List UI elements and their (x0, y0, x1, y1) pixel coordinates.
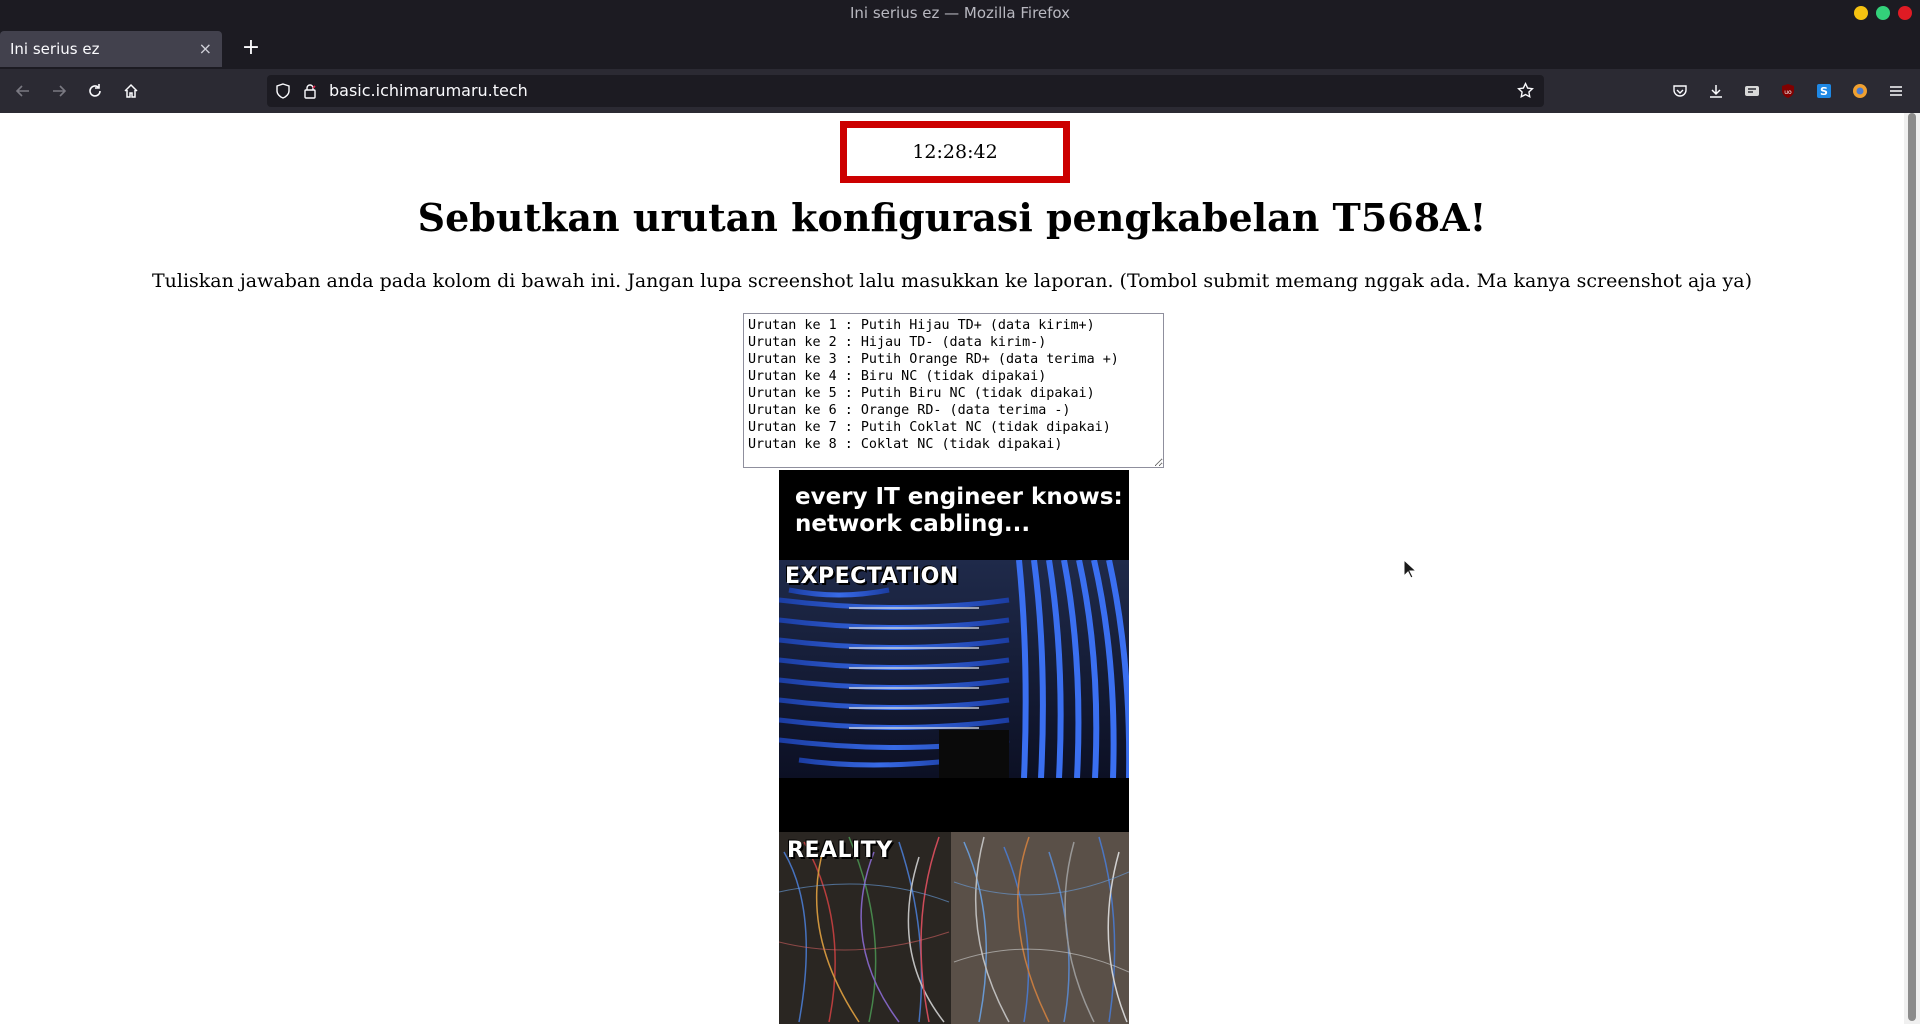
tab-strip: Ini serius ez × + (0, 27, 1920, 69)
scrollbar-thumb[interactable] (1908, 113, 1916, 1021)
back-icon[interactable] (8, 69, 38, 113)
svg-text:S: S (1820, 85, 1828, 98)
window-titlebar: Ini serius ez — Mozilla Firefox (0, 0, 1920, 27)
navigation-bar: basic.ichimarumaru.tech uo S (0, 69, 1920, 114)
meme-caption-line-2: network cabling... (795, 511, 1031, 537)
extension-cookie-icon[interactable] (1737, 69, 1767, 113)
clock-display: 12:28:42 (840, 121, 1070, 183)
page-content: 12:28:42 Sebutkan urutan konfigurasi pen… (0, 113, 1904, 1024)
tab-active[interactable]: Ini serius ez × (0, 31, 222, 67)
home-icon[interactable] (116, 69, 146, 113)
extension-avatar-icon[interactable] (1845, 69, 1875, 113)
maximize-button[interactable] (1876, 6, 1890, 20)
meme-caption-line-1: every IT engineer knows: (795, 484, 1123, 510)
reload-icon[interactable] (80, 69, 110, 113)
meme-label-expectation: EXPECTATION (785, 564, 959, 589)
minimize-button[interactable] (1854, 6, 1868, 20)
shield-icon[interactable] (275, 83, 291, 103)
meme-image: every IT engineer knows: network cabling… (779, 470, 1129, 1024)
instructions-text: Tuliskan jawaban anda pada kolom di bawa… (151, 270, 1753, 292)
bookmark-star-icon[interactable] (1517, 81, 1534, 103)
expectation-cable-photo (779, 560, 1129, 778)
page-heading: Sebutkan urutan konfigurasi pengkabelan … (417, 195, 1487, 240)
tab-title: Ini serius ez (10, 40, 100, 58)
meme-label-reality: REALITY (787, 838, 893, 863)
pocket-icon[interactable] (1665, 69, 1695, 113)
new-tab-button[interactable]: + (236, 31, 266, 65)
forward-icon[interactable] (44, 69, 74, 113)
url-text[interactable]: basic.ichimarumaru.tech (329, 75, 528, 107)
url-bar[interactable]: basic.ichimarumaru.tech (267, 75, 1544, 107)
meme-caption: every IT engineer knows: network cabling… (795, 484, 1123, 538)
close-window-button[interactable] (1898, 6, 1912, 20)
window-title: Ini serius ez — Mozilla Firefox (849, 4, 1071, 22)
answer-textarea[interactable]: Urutan ke 1 : Putih Hijau TD+ (data kiri… (743, 313, 1164, 468)
downloads-icon[interactable] (1701, 69, 1731, 113)
lock-icon[interactable] (303, 83, 317, 103)
window-controls (1854, 6, 1912, 20)
page-scrollbar[interactable] (1904, 113, 1920, 1024)
hamburger-menu-icon[interactable] (1881, 69, 1911, 113)
svg-text:uo: uo (1784, 89, 1792, 96)
ublock-origin-icon[interactable]: uo (1773, 69, 1803, 113)
mouse-cursor-icon (1403, 559, 1417, 579)
tab-close-icon[interactable]: × (199, 31, 212, 67)
extension-s-icon[interactable]: S (1809, 69, 1839, 113)
